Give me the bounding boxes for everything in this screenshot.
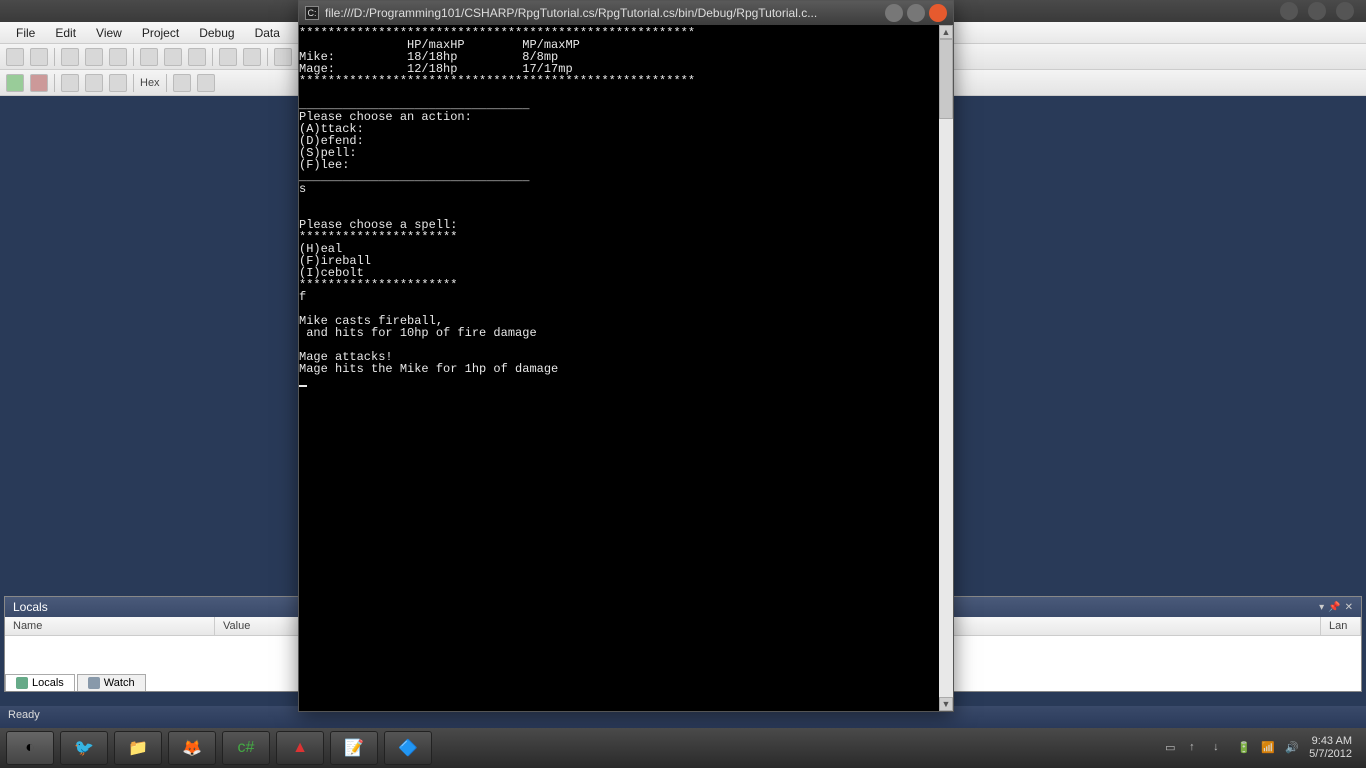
panel-button[interactable]	[1308, 2, 1326, 20]
task-files-icon[interactable]: 📁	[114, 731, 162, 765]
panel-button[interactable]	[1280, 2, 1298, 20]
tab-locals-label: Locals	[32, 677, 64, 689]
console-titlebar[interactable]: C: file:///D:/Programming101/CSHARP/RpgT…	[299, 1, 953, 25]
console-output[interactable]: ****************************************…	[299, 25, 939, 711]
save-all-icon[interactable]	[109, 48, 127, 66]
scroll-down-icon[interactable]: ▼	[939, 697, 953, 711]
tray-icon[interactable]: ▭	[1165, 741, 1179, 755]
toolbar-separator	[166, 74, 167, 92]
step-into-icon[interactable]	[85, 74, 103, 92]
scroll-track[interactable]	[939, 39, 953, 697]
start-debug-icon[interactable]	[274, 48, 292, 66]
tab-locals[interactable]: Locals	[5, 674, 75, 691]
clock[interactable]: 9:43 AM 5/7/2012	[1309, 735, 1352, 761]
toolbar-separator	[54, 48, 55, 66]
clock-date: 5/7/2012	[1309, 748, 1352, 761]
console-window: C: file:///D:/Programming101/CSHARP/RpgT…	[298, 0, 954, 712]
tab-watch[interactable]: Watch	[77, 674, 146, 691]
toolbar-separator	[54, 74, 55, 92]
redo-icon[interactable]	[243, 48, 261, 66]
cut-icon[interactable]	[140, 48, 158, 66]
task-app-icon[interactable]: 🔷	[384, 731, 432, 765]
menu-view[interactable]: View	[86, 26, 132, 40]
play-icon[interactable]	[6, 74, 24, 92]
watch-tab-icon	[88, 677, 100, 689]
step-out-icon[interactable]	[109, 74, 127, 92]
scroll-thumb[interactable]	[939, 39, 953, 119]
save-icon[interactable]	[85, 48, 103, 66]
maximize-button[interactable]	[907, 4, 925, 22]
menu-file[interactable]: File	[6, 26, 45, 40]
task-pdf-icon[interactable]: ▲	[276, 731, 324, 765]
system-tray: ▭ ↑ ↓ 🔋 📶 🔊 9:43 AM 5/7/2012	[1165, 735, 1360, 761]
toolbar-separator	[212, 48, 213, 66]
add-item-icon[interactable]	[30, 48, 48, 66]
new-project-icon[interactable]	[6, 48, 24, 66]
volume-icon[interactable]: 🔊	[1285, 741, 1299, 755]
locals-title-label: Locals	[13, 600, 48, 614]
ubuntu-dash-icon[interactable]: ◐	[6, 731, 54, 765]
task-csharp-icon[interactable]: c#	[222, 731, 270, 765]
task-firefox-icon[interactable]: 🦊	[168, 731, 216, 765]
menu-debug[interactable]: Debug	[189, 26, 244, 40]
minimize-button[interactable]	[885, 4, 903, 22]
console-title-text: file:///D:/Programming101/CSHARP/RpgTuto…	[325, 6, 879, 20]
menu-data[interactable]: Data	[245, 26, 290, 40]
menu-project[interactable]: Project	[132, 26, 189, 40]
column-language[interactable]: Lan	[1321, 617, 1361, 635]
debug-panel-tabs: Locals Watch	[5, 674, 148, 691]
stop-icon[interactable]	[30, 74, 48, 92]
locals-tab-icon	[16, 677, 28, 689]
close-icon[interactable]: ✕	[1345, 602, 1353, 613]
menu-edit[interactable]: Edit	[45, 26, 86, 40]
paste-icon[interactable]	[188, 48, 206, 66]
wifi-icon[interactable]: 📶	[1261, 741, 1275, 755]
taskbar: ◐ 🐦 📁 🦊 c# ▲ 📝 🔷 ▭ ↑ ↓ 🔋 📶 🔊 9:43 AM 5/7…	[0, 728, 1366, 768]
console-scrollbar[interactable]: ▲ ▼	[939, 25, 953, 711]
clock-time: 9:43 AM	[1309, 735, 1352, 748]
battery-icon[interactable]: 🔋	[1237, 741, 1251, 755]
step-over-icon[interactable]	[61, 74, 79, 92]
toolbar-separator	[267, 48, 268, 66]
close-button[interactable]	[929, 4, 947, 22]
column-name[interactable]: Name	[5, 617, 215, 635]
task-pidgin-icon[interactable]: 🐦	[60, 731, 108, 765]
tab-watch-label: Watch	[104, 677, 135, 689]
pin-icon[interactable]: 📌	[1328, 602, 1340, 613]
copy-icon[interactable]	[164, 48, 182, 66]
console-app-icon: C:	[305, 6, 319, 20]
scroll-up-icon[interactable]: ▲	[939, 25, 953, 39]
open-file-icon[interactable]	[61, 48, 79, 66]
dropdown-icon[interactable]: ▾	[1319, 602, 1324, 613]
hex-toggle[interactable]: Hex	[140, 77, 160, 89]
panel-button[interactable]	[1336, 2, 1354, 20]
toolbar-separator	[133, 74, 134, 92]
network-up-icon[interactable]: ↑	[1189, 741, 1203, 755]
undo-icon[interactable]	[219, 48, 237, 66]
toolbar-separator	[133, 48, 134, 66]
status-text: Ready	[8, 709, 40, 721]
toolbar-button[interactable]	[197, 74, 215, 92]
task-editor-icon[interactable]: 📝	[330, 731, 378, 765]
toolbar-button[interactable]	[173, 74, 191, 92]
network-down-icon[interactable]: ↓	[1213, 741, 1227, 755]
